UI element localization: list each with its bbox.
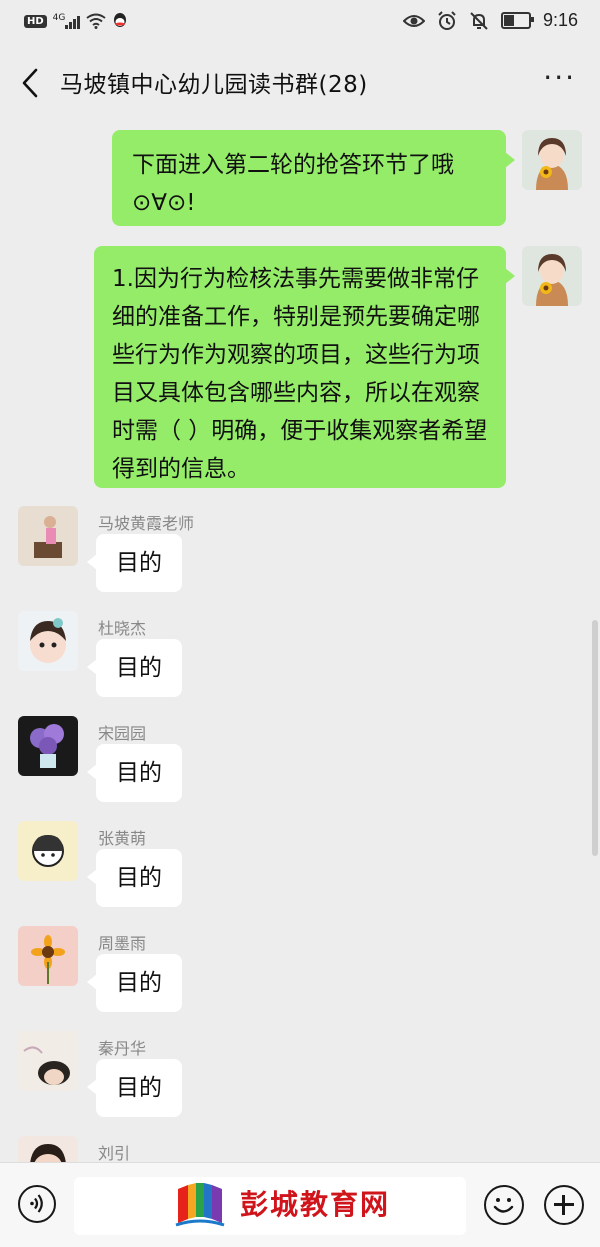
sender-name: 张黄萌 — [98, 829, 147, 848]
hd-badge: HD — [24, 14, 47, 28]
chat-header: 马坡镇中心幼儿园读书群(28) ··· — [0, 48, 600, 118]
incoming-message[interactable]: 目的 — [87, 639, 182, 697]
back-button[interactable] — [16, 66, 46, 100]
scrollbar[interactable] — [592, 620, 598, 856]
clock: 9:16 — [542, 10, 578, 30]
sender-avatar[interactable] — [18, 716, 78, 776]
mute-bell-icon — [470, 11, 488, 30]
voice-button[interactable] — [18, 1185, 56, 1223]
incoming-message[interactable]: 目的 — [87, 954, 182, 1012]
watermark: 彭城教育网 — [172, 1170, 462, 1236]
sender-name: 秦丹华 — [98, 1039, 147, 1058]
my-avatar[interactable] — [522, 246, 582, 306]
signal-icon — [65, 13, 81, 29]
outgoing-message[interactable]: 1.因为行为检核法事先需要做非常仔细的准备工作，特别是预先要确定哪些行为作为观察… — [94, 246, 515, 488]
incoming-message[interactable]: 目的 — [87, 1059, 182, 1117]
sender-name: 刘引 — [98, 1144, 131, 1163]
voice-icon — [30, 1194, 43, 1213]
message-text: 下面进入第二轮的抢答环节了哦⊙∀⊙! — [132, 152, 454, 216]
sender-avatar[interactable] — [18, 821, 78, 881]
sender-avatar[interactable] — [18, 1136, 78, 1162]
outgoing-message[interactable]: 下面进入第二轮的抢答环节了哦⊙∀⊙! — [112, 130, 515, 226]
network-type: 4G — [52, 13, 66, 23]
emoji-icon — [493, 1198, 514, 1213]
sender-avatar[interactable] — [18, 506, 78, 566]
incoming-message[interactable]: 目的 — [87, 744, 182, 802]
plus-button[interactable] — [544, 1185, 584, 1225]
alarm-icon — [438, 10, 456, 30]
my-avatar[interactable] — [522, 130, 582, 190]
books-logo-icon — [175, 1183, 225, 1227]
watermark-text: 彭城教育网 — [240, 1190, 391, 1221]
sender-avatar[interactable] — [18, 1031, 78, 1091]
incoming-message[interactable]: 目的 — [87, 534, 182, 592]
sender-avatar[interactable] — [18, 926, 78, 986]
sender-avatar[interactable] — [18, 611, 78, 671]
emoji-button[interactable] — [484, 1185, 524, 1225]
sender-name: 宋园园 — [98, 724, 147, 743]
more-options-button[interactable]: ··· — [543, 64, 576, 92]
chat-title: 马坡镇中心幼儿园读书群(28) — [60, 72, 368, 98]
qq-icon — [114, 13, 127, 27]
incoming-message[interactable]: 目的 — [87, 849, 182, 907]
back-arrow-icon — [22, 68, 38, 98]
message-text: 1.因为行为检核法事先需要做非常仔细的准备工作，特别是预先要确定哪些行为作为观察… — [112, 266, 488, 482]
sender-name: 周墨雨 — [98, 934, 147, 953]
eye-icon — [402, 14, 425, 27]
battery-icon — [500, 12, 534, 29]
status-bar: HD 4G 9:16 — [0, 0, 600, 48]
wifi-icon — [86, 13, 106, 29]
sender-name: 马坡黄霞老师 — [98, 514, 195, 533]
sender-name: 杜晓杰 — [98, 619, 147, 638]
